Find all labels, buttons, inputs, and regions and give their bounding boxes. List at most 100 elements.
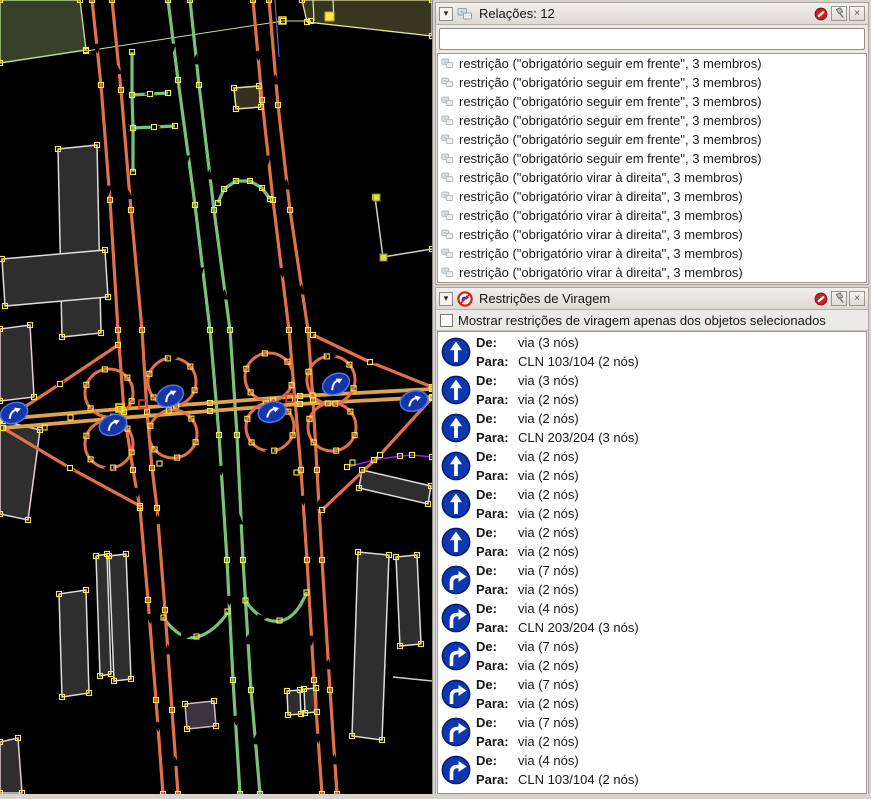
from-value: via (7 nós) [518, 639, 579, 654]
relation-list-item[interactable]: restrição ("obrigatório virar à direita"… [438, 244, 866, 263]
pin-icon[interactable] [831, 291, 847, 306]
from-label: De: [476, 447, 518, 466]
turn-panel-header: ▾ Restrições de Viragem × [436, 288, 868, 310]
from-value: via (4 nós) [518, 753, 579, 768]
relation-icon [441, 152, 454, 165]
to-label: Para: [476, 352, 518, 371]
relation-list-item[interactable]: restrição ("obrigatório seguir em frente… [438, 130, 866, 149]
collapse-icon[interactable]: ▾ [439, 292, 453, 306]
relations-list[interactable]: restrição ("obrigatório seguir em frente… [437, 53, 867, 283]
relation-list-item[interactable]: restrição ("obrigatório virar à direita"… [438, 225, 866, 244]
straight-arrow-icon [441, 527, 471, 557]
straight-arrow-icon [441, 375, 471, 405]
from-label: De: [476, 333, 518, 352]
from-value: via (3 nós) [518, 335, 579, 350]
collapse-icon[interactable]: ▾ [439, 7, 453, 21]
to-value: via (2 nós) [518, 696, 579, 711]
straight-arrow-icon [441, 413, 471, 443]
relation-list-item[interactable]: restrição ("obrigatório seguir em frente… [438, 73, 866, 92]
relations-panel-header: ▾ Relações: 12 × [436, 3, 868, 25]
turn-restriction-item[interactable]: De:via (7 nós) Para:via (2 nós) [438, 713, 866, 751]
relation-item-label: restrição ("obrigatório seguir em frente… [459, 75, 762, 90]
sticky-toggle-icon[interactable] [813, 291, 829, 306]
from-label: De: [476, 751, 518, 770]
relation-item-label: restrição ("obrigatório seguir em frente… [459, 151, 762, 166]
to-label: Para: [476, 732, 518, 751]
to-label: Para: [476, 542, 518, 561]
relation-list-item[interactable]: restrição ("obrigatório seguir em frente… [438, 92, 866, 111]
turn-restriction-item[interactable]: De:via (2 nós) Para:via (2 nós) [438, 485, 866, 523]
relation-item-label: restrição ("obrigatório virar à direita"… [459, 246, 743, 261]
show-selected-only-row: Mostrar restrições de viragem apenas dos… [436, 310, 868, 331]
map-view[interactable] [0, 0, 432, 794]
from-value: via (2 nós) [518, 449, 579, 464]
relation-list-item[interactable]: restrição ("obrigatório virar à direita"… [438, 206, 866, 225]
close-icon[interactable]: × [849, 6, 865, 21]
turn-restriction-item[interactable]: De:via (7 nós) Para:via (2 nós) [438, 637, 866, 675]
relation-item-label: restrição ("obrigatório virar à direita"… [459, 227, 743, 242]
from-label: De: [476, 523, 518, 542]
turn-restriction-item[interactable]: De:via (4 nós) Para:CLN 203/204 (3 nós) [438, 599, 866, 637]
dialog-column: ▾ Relações: 12 × restrição ("obrigatório… [432, 0, 871, 794]
turn-restrictions-list[interactable]: De:via (3 nós) Para:CLN 103/104 (2 nós) … [437, 331, 867, 794]
turn-restriction-item[interactable]: De:via (7 nós) Para:via (2 nós) [438, 561, 866, 599]
relation-list-item[interactable]: restrição ("obrigatório seguir em frente… [438, 149, 866, 168]
relation-list-item[interactable]: restrição ("obrigatório virar à direita"… [438, 187, 866, 206]
relation-icon [441, 95, 454, 108]
to-value: via (2 nós) [518, 392, 579, 407]
turn-restriction-item[interactable]: De:via (4 nós) Para:CLN 103/104 (2 nós) [438, 751, 866, 789]
from-value: via (7 nós) [518, 715, 579, 730]
sticky-toggle-icon[interactable] [813, 6, 829, 21]
relation-icon [441, 76, 454, 89]
relation-list-item[interactable]: restrição ("obrigatório virar à direita"… [438, 263, 866, 282]
to-value: CLN 103/104 (2 nós) [518, 354, 639, 369]
from-label: De: [476, 675, 518, 694]
relation-icon [441, 133, 454, 146]
turn-restriction-item[interactable]: De:via (2 nós) Para:via (2 nós) [438, 523, 866, 561]
right-turn-arrow-icon [441, 717, 471, 747]
right-turn-arrow-icon [441, 603, 471, 633]
right-turn-arrow-icon [441, 565, 471, 595]
from-value: via (4 nós) [518, 601, 579, 616]
from-label: De: [476, 485, 518, 504]
relation-icon [441, 114, 454, 127]
to-label: Para: [476, 694, 518, 713]
from-label: De: [476, 637, 518, 656]
relation-icon [441, 209, 454, 222]
map-canvas[interactable] [0, 0, 432, 794]
relation-icon [441, 57, 454, 70]
relation-list-item[interactable]: restrição ("obrigatório virar à direita"… [438, 168, 866, 187]
from-label: De: [476, 409, 518, 428]
pin-icon[interactable] [831, 6, 847, 21]
to-value: via (2 nós) [518, 658, 579, 673]
turn-restriction-item[interactable]: De:via (7 nós) Para:via (2 nós) [438, 675, 866, 713]
to-value: via (2 nós) [518, 734, 579, 749]
relation-filter-input[interactable] [439, 28, 865, 50]
turn-restriction-item[interactable]: De:via (3 nós) Para:CLN 103/104 (2 nós) [438, 333, 866, 371]
relation-list-item[interactable]: restrição ("obrigatório seguir em frente… [438, 54, 866, 73]
from-value: via (2 nós) [518, 411, 579, 426]
close-icon[interactable]: × [849, 291, 865, 306]
relation-list-item[interactable]: restrição ("obrigatório seguir em frente… [438, 111, 866, 130]
relation-icon [441, 247, 454, 260]
to-label: Para: [476, 390, 518, 409]
no-right-turn-icon [457, 291, 473, 307]
turn-restriction-item[interactable]: De:via (3 nós) Para:via (2 nós) [438, 371, 866, 409]
right-turn-arrow-icon [441, 679, 471, 709]
turn-panel-title: Restrições de Viragem [479, 291, 610, 306]
from-value: via (2 nós) [518, 487, 579, 502]
to-label: Para: [476, 656, 518, 675]
relation-icon [441, 190, 454, 203]
to-label: Para: [476, 428, 518, 447]
to-value: CLN 203/204 (3 nós) [518, 430, 639, 445]
to-value: CLN 103/104 (2 nós) [518, 772, 639, 787]
relation-item-label: restrição ("obrigatório virar à direita"… [459, 170, 743, 185]
relation-item-label: restrição ("obrigatório seguir em frente… [459, 132, 762, 147]
from-label: De: [476, 599, 518, 618]
turn-restriction-item[interactable]: De:via (2 nós) Para:via (2 nós) [438, 447, 866, 485]
turn-restriction-item[interactable]: De:via (2 nós) Para:CLN 203/204 (3 nós) [438, 409, 866, 447]
right-turn-arrow-icon [441, 755, 471, 785]
show-selected-only-checkbox[interactable] [440, 314, 453, 327]
from-value: via (2 nós) [518, 525, 579, 540]
relation-icon [457, 6, 473, 22]
